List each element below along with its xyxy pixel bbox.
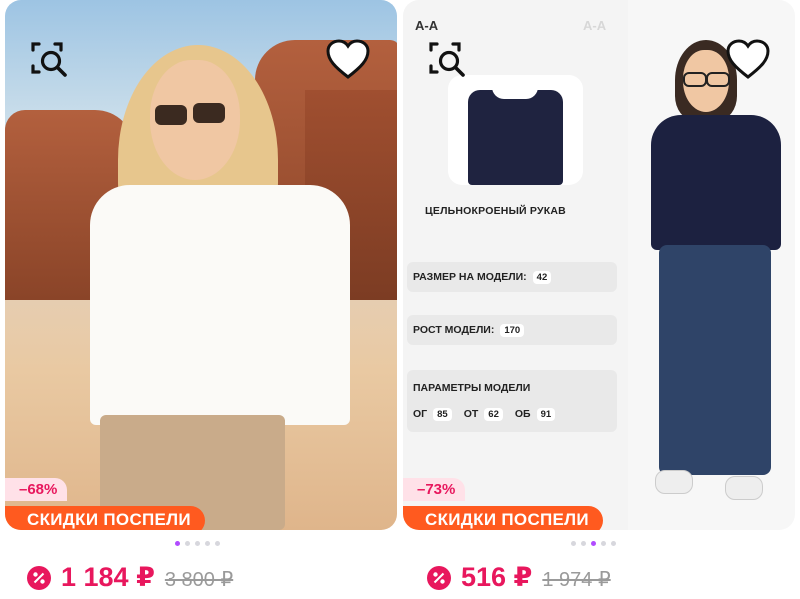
discount-badge: –73%: [403, 478, 466, 501]
current-price: 516 ₽: [461, 562, 533, 592]
product-photo[interactable]: –68% СКИДКИ ПОСПЕЛИ: [5, 0, 397, 530]
model-size-label: РАЗМЕР НА МОДЕЛИ:: [413, 271, 527, 283]
model-size-pill: РАЗМЕР НА МОДЕЛИ: 42: [407, 262, 617, 292]
carousel-dot[interactable]: [205, 541, 210, 546]
model-params-values: ОГ 85 ОТ 62 ОБ 91: [413, 408, 556, 421]
percent-badge-icon: [27, 565, 51, 590]
carousel-dot[interactable]: [195, 541, 200, 546]
carousel-dot[interactable]: [175, 541, 180, 546]
image-search-icon[interactable]: [27, 36, 73, 82]
model-params-pill: ПАРАМЕТРЫ МОДЕЛИ ОГ 85 ОТ 62 ОБ 91: [407, 370, 617, 432]
model-height-pill: РОСТ МОДЕЛИ: 170: [407, 315, 617, 345]
product-photo[interactable]: А-А А-А ЦЕЛЬНОКРОЕНЫЙ РУКАВ РАЗМЕР НА МО…: [403, 0, 795, 530]
heart-icon[interactable]: [325, 36, 371, 82]
carousel-dot[interactable]: [611, 541, 616, 546]
model-params-label: ПАРАМЕТРЫ МОДЕЛИ: [413, 382, 531, 394]
percent-badge-icon: [427, 565, 451, 590]
old-price: 3 800 ₽: [164, 569, 234, 591]
carousel-dot[interactable]: [581, 541, 586, 546]
model-size-value: 42: [532, 271, 552, 284]
product-card[interactable]: –68% СКИДКИ ПОСПЕЛИ 1 184 ₽ 3 800 ₽: [5, 0, 397, 592]
old-price: 1 974 ₽: [542, 569, 611, 591]
price-row: 516 ₽ 1 974 ₽: [427, 562, 611, 593]
carousel-dot[interactable]: [601, 541, 606, 546]
discount-badge: –68%: [5, 478, 68, 501]
blue-jeans: [659, 245, 771, 475]
image-search-icon[interactable]: [425, 36, 471, 82]
sleeve-caption: ЦЕЛЬНОКРОЕНЫЙ РУКАВ: [425, 205, 566, 217]
model-height-label: РОСТ МОДЕЛИ:: [413, 324, 495, 336]
carousel-dot[interactable]: [571, 541, 576, 546]
price-row: 1 184 ₽ 3 800 ₽: [27, 562, 233, 593]
product-card[interactable]: А-А А-А ЦЕЛЬНОКРОЕНЫЙ РУКАВ РАЗМЕР НА МО…: [403, 0, 795, 592]
heart-icon[interactable]: [725, 36, 771, 82]
image-carousel-dots[interactable]: [571, 541, 616, 546]
promo-label: СКИДКИ ПОСПЕЛИ: [403, 506, 603, 530]
white-shirt: [90, 185, 350, 425]
model-height-value: 170: [500, 324, 525, 337]
sunglasses: [155, 105, 187, 125]
carousel-dot[interactable]: [215, 541, 220, 546]
carousel-dot[interactable]: [591, 541, 596, 546]
eyeglasses: [683, 72, 707, 87]
promo-label: СКИДКИ ПОСПЕЛИ: [5, 506, 205, 530]
section-label: А-А: [583, 18, 607, 33]
navy-tshirt: [651, 115, 781, 250]
sneaker: [655, 470, 693, 494]
image-carousel-dots[interactable]: [175, 541, 220, 546]
current-price: 1 184 ₽: [61, 562, 155, 592]
carousel-dot[interactable]: [185, 541, 190, 546]
section-label: А-А: [415, 18, 439, 33]
tshirt-detail-image: [448, 75, 583, 185]
